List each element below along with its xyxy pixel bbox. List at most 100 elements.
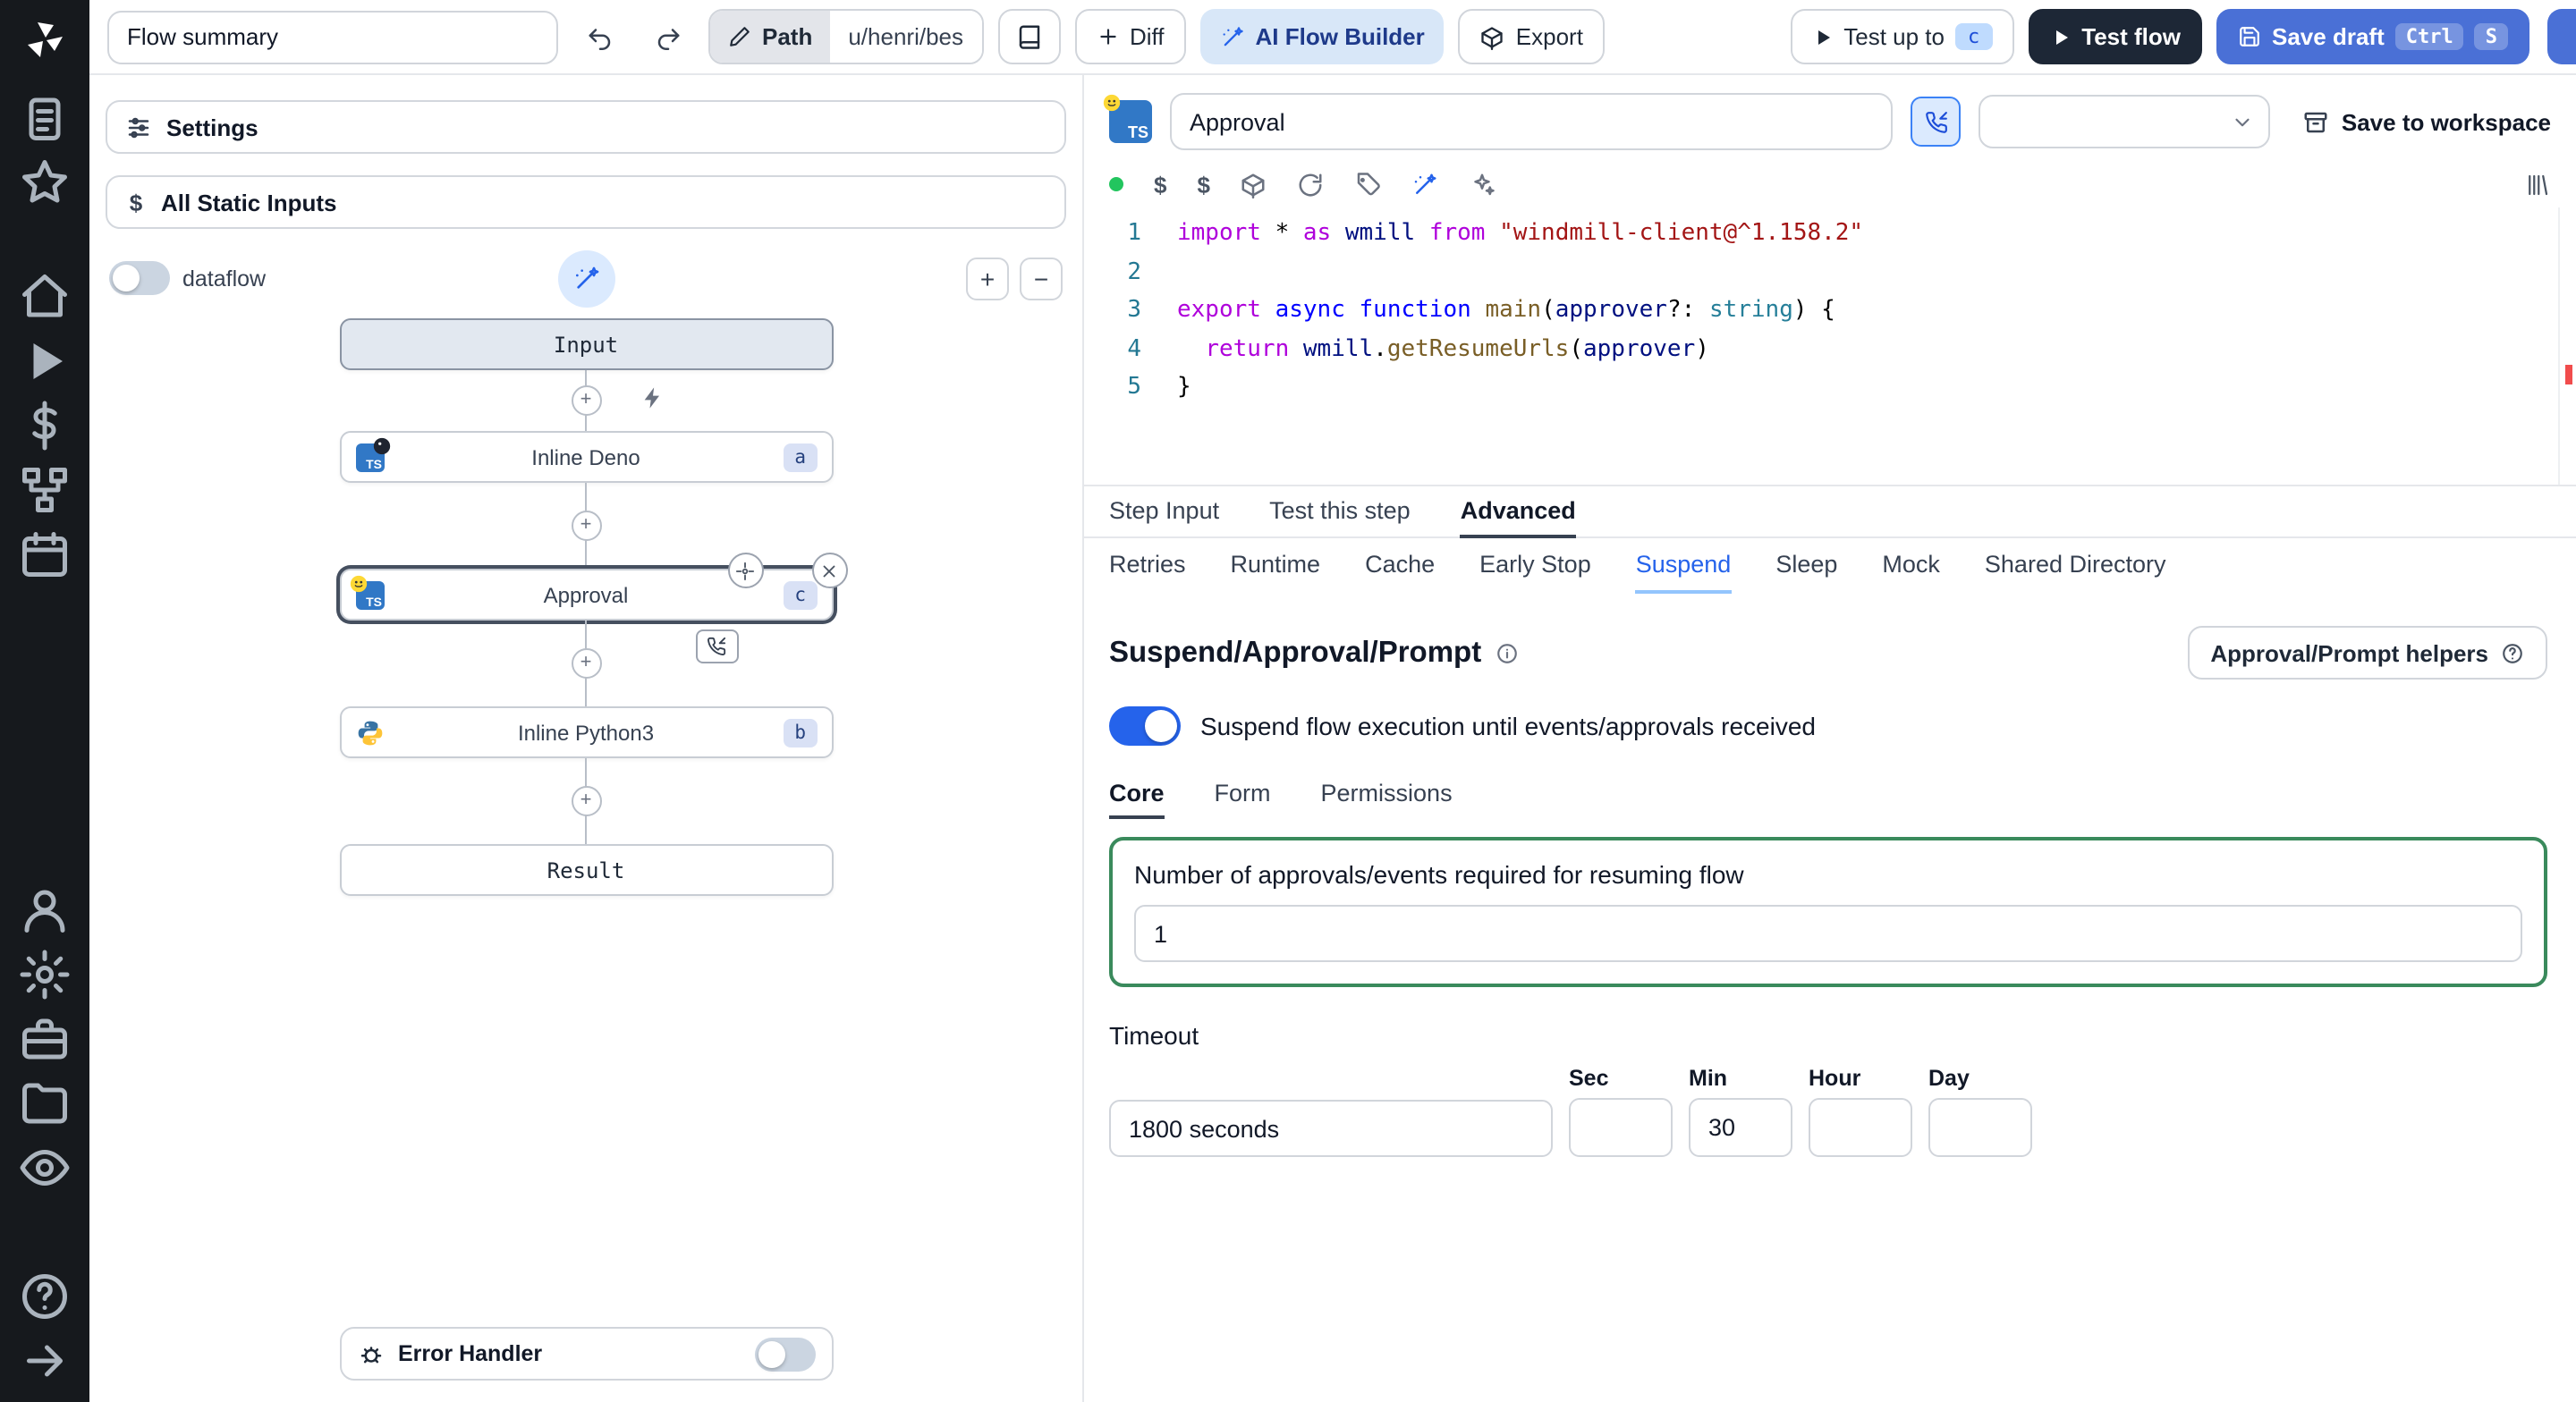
zoom-out-button[interactable]: −	[1020, 258, 1063, 300]
node-inline-python3-badge: b	[784, 718, 817, 747]
play-icon[interactable]	[14, 334, 75, 388]
workspace-script-select[interactable]	[1979, 95, 2270, 148]
node-inline-deno-badge: a	[784, 443, 817, 471]
dataflow-toggle[interactable]	[109, 261, 170, 295]
timeout-seconds-input[interactable]	[1109, 1100, 1553, 1157]
pencil-icon	[728, 25, 751, 48]
static-inputs-button[interactable]: $ All Static Inputs	[106, 175, 1066, 229]
tab-early-stop[interactable]: Early Stop	[1479, 538, 1591, 594]
connector: +	[339, 483, 833, 569]
add-step-button[interactable]: +	[571, 511, 601, 541]
node-inline-deno[interactable]: Inline Deno a	[339, 431, 833, 483]
path-label: Path	[762, 23, 813, 50]
eye-icon[interactable]	[14, 1141, 75, 1195]
clipboard-icon[interactable]	[14, 91, 75, 145]
approval-prompt-helpers-button[interactable]: Approval/Prompt helpers	[2187, 626, 2547, 680]
dollar-icon[interactable]	[14, 399, 75, 452]
node-approval[interactable]: Approval c	[339, 553, 847, 663]
package-button[interactable]	[1241, 171, 1267, 198]
tab-shared-directory[interactable]: Shared Directory	[1985, 538, 2166, 594]
calendar-icon[interactable]	[14, 528, 75, 581]
timeout-day-input[interactable]	[1928, 1098, 2032, 1157]
diff-button[interactable]: Diff	[1074, 9, 1186, 64]
add-step-button[interactable]: +	[571, 385, 601, 416]
code-editor[interactable]: 1 2 3 4 5 import * as wmill from "windmill-c…	[1084, 207, 2576, 486]
lightning-icon[interactable]	[640, 385, 665, 416]
suspend-subtabs: Core Form Permissions	[1109, 769, 2547, 819]
delete-step-button[interactable]	[811, 553, 847, 588]
minimap-icon[interactable]	[2524, 171, 2551, 198]
tab-step-input[interactable]: Step Input	[1109, 486, 1219, 536]
suspend-indicator-button[interactable]	[1911, 97, 1961, 147]
tab-cache[interactable]: Cache	[1365, 538, 1435, 594]
code-line: return wmill.getResumeUrls(approver)	[1205, 335, 1709, 362]
tab-test-this-step[interactable]: Test this step	[1269, 486, 1411, 536]
tab-retries[interactable]: Retries	[1109, 538, 1186, 594]
home-icon[interactable]	[14, 270, 75, 324]
flow-icon[interactable]	[14, 463, 75, 517]
timeout-min-input[interactable]	[1689, 1098, 1792, 1157]
resources-button[interactable]: $	[1197, 171, 1209, 198]
test-up-to-button[interactable]: Test up to c	[1790, 9, 2014, 64]
export-button[interactable]: Export	[1458, 9, 1605, 64]
step-name-input[interactable]	[1170, 93, 1893, 150]
toolbox-icon[interactable]	[14, 1012, 75, 1066]
path-button[interactable]: Path	[710, 11, 831, 63]
approvals-required-input[interactable]	[1134, 905, 2522, 962]
windmill-logo-icon[interactable]	[23, 18, 66, 66]
node-input[interactable]: Input	[339, 318, 833, 370]
dataflow-toggle-row[interactable]: dataflow	[109, 261, 266, 295]
node-result[interactable]: Result	[339, 844, 833, 896]
move-step-button[interactable]	[727, 553, 763, 588]
docs-button[interactable]	[997, 9, 1060, 64]
play-icon	[1811, 26, 1833, 47]
tab-runtime[interactable]: Runtime	[1231, 538, 1321, 594]
suspend-toggle[interactable]	[1109, 706, 1181, 746]
reset-button[interactable]	[1298, 171, 1325, 198]
save-draft-button[interactable]: Save draft Ctrl S	[2216, 9, 2529, 64]
test-flow-button[interactable]: Test flow	[2028, 9, 2202, 64]
tab-core[interactable]: Core	[1109, 769, 1165, 819]
path-control[interactable]: Path u/henri/bes	[708, 9, 983, 64]
add-step-button[interactable]: +	[571, 786, 601, 816]
ai-wand-button[interactable]	[557, 250, 614, 308]
code-line: export async function main(approver?: st…	[1177, 297, 1835, 324]
gear-icon[interactable]	[14, 948, 75, 1001]
star-icon[interactable]	[14, 156, 75, 209]
timeout-hour-input[interactable]	[1809, 1098, 1912, 1157]
ai-flow-builder-button[interactable]: AI Flow Builder	[1199, 9, 1445, 64]
suspend-toggle-label: Suspend flow execution until events/appr…	[1200, 712, 1816, 740]
node-inline-python3[interactable]: Inline Python3 b	[339, 706, 833, 758]
tab-mock[interactable]: Mock	[1882, 538, 1940, 594]
zoom-in-button[interactable]: +	[966, 258, 1009, 300]
flow-summary-input[interactable]	[107, 10, 558, 63]
tab-suspend[interactable]: Suspend	[1635, 538, 1732, 594]
tab-sleep[interactable]: Sleep	[1775, 538, 1837, 594]
save-to-workspace-button[interactable]: Save to workspace	[2302, 108, 2551, 135]
flow-settings-button[interactable]: Settings	[106, 100, 1066, 154]
rail-group	[14, 91, 75, 209]
tab-permissions[interactable]: Permissions	[1321, 769, 1453, 819]
tab-form[interactable]: Form	[1215, 769, 1271, 819]
error-handler-row[interactable]: Error Handler	[339, 1327, 833, 1381]
add-step-button[interactable]: +	[571, 648, 601, 679]
arrow-right-icon[interactable]	[14, 1334, 75, 1388]
error-handler-toggle[interactable]	[754, 1337, 815, 1371]
sparkles-button[interactable]	[1470, 171, 1496, 198]
tab-advanced[interactable]: Advanced	[1460, 486, 1576, 538]
deploy-button-partial[interactable]	[2547, 9, 2576, 64]
tag-button[interactable]	[1355, 171, 1382, 198]
redo-button[interactable]	[640, 12, 694, 62]
ai-assist-button[interactable]	[1412, 171, 1439, 198]
undo-button[interactable]	[572, 12, 626, 62]
timeout-sec-input[interactable]	[1569, 1098, 1673, 1157]
play-icon	[2049, 26, 2071, 47]
info-icon[interactable]	[1496, 641, 1519, 664]
variables-button[interactable]: $	[1154, 171, 1166, 198]
dollar-icon: $	[129, 189, 143, 215]
code-line: }	[1177, 374, 1191, 401]
help-icon[interactable]	[14, 1270, 75, 1323]
folder-icon[interactable]	[14, 1077, 75, 1130]
emoji-badge-icon	[348, 573, 368, 593]
user-icon[interactable]	[14, 883, 75, 937]
